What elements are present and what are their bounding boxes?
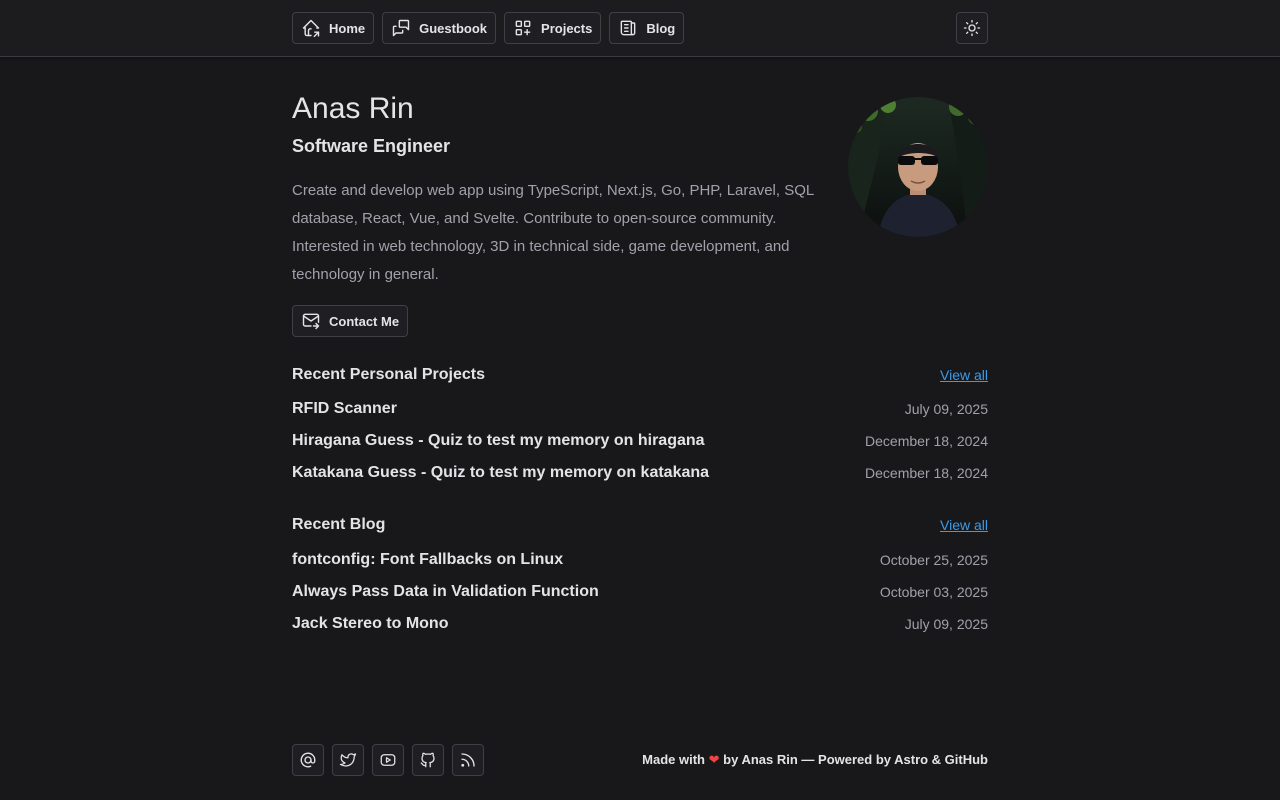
list-item[interactable]: RFID Scanner July 09, 2025 [292, 393, 988, 425]
footer-made-with: Made with [642, 752, 705, 767]
blog-view-all-link[interactable]: View all [940, 517, 988, 533]
messages-icon [392, 19, 410, 37]
nav-home-label: Home [329, 20, 366, 36]
mail-forward-icon [302, 313, 320, 330]
github-link[interactable] [412, 744, 444, 776]
projects-list: RFID Scanner July 09, 2025 Hiragana Gues… [292, 393, 988, 489]
footer-rest: by Anas Rin — Powered by Astro & GitHub [723, 752, 988, 767]
list-item[interactable]: fontconfig: Font Fallbacks on Linux Octo… [292, 544, 988, 576]
twitter-icon [339, 753, 357, 767]
profile-bio: Create and develop web app using TypeScr… [292, 182, 814, 283]
list-item[interactable]: Hiragana Guess - Quiz to test my memory … [292, 425, 988, 457]
blog-post-title[interactable]: Always Pass Data in Validation Function [292, 583, 599, 601]
heart-icon: ❤ [708, 752, 720, 767]
contact-me-label: Contact Me [329, 313, 400, 329]
youtube-link[interactable] [372, 744, 404, 776]
nav-blog-label: Blog [646, 20, 676, 36]
avatar [848, 97, 988, 237]
blog-section-title: Recent Blog [292, 516, 386, 533]
at-icon [300, 752, 316, 768]
blog-post-date: October 25, 2025 [879, 552, 988, 568]
apps-icon [515, 20, 531, 36]
nav-projects-label: Projects [541, 20, 593, 36]
twitter-link[interactable] [332, 744, 364, 776]
rss-icon [461, 753, 475, 767]
project-title[interactable]: Hiragana Guess - Quiz to test my memory … [292, 432, 705, 450]
profile-role: Software Engineer [292, 136, 451, 156]
project-date: July 09, 2025 [904, 401, 988, 417]
blog-post-date: October 03, 2025 [879, 584, 988, 600]
sun-icon [963, 19, 981, 37]
youtube-icon [380, 754, 396, 766]
top-navigation-bar: Home Guestbook Projects Blog [0, 0, 1280, 57]
blog-post-date: July 09, 2025 [904, 616, 988, 632]
home-icon [302, 19, 320, 38]
blog-post-title[interactable]: Jack Stereo to Mono [292, 615, 448, 633]
project-title[interactable]: RFID Scanner [292, 400, 397, 418]
avatar-photo [848, 97, 988, 237]
list-item[interactable]: Katakana Guess - Quiz to test my memory … [292, 457, 988, 489]
project-date: December 18, 2024 [865, 465, 988, 481]
nav-blog-button[interactable]: Blog [609, 12, 685, 44]
nav-guestbook-button[interactable]: Guestbook [382, 12, 497, 44]
blog-list: fontconfig: Font Fallbacks on Linux Octo… [292, 544, 988, 640]
main-nav: Home Guestbook Projects Blog [292, 12, 685, 44]
nav-guestbook-label: Guestbook [419, 20, 488, 36]
github-icon [420, 752, 435, 768]
email-link[interactable] [292, 744, 324, 776]
blog-post-title[interactable]: fontconfig: Font Fallbacks on Linux [292, 551, 563, 569]
projects-view-all-link[interactable]: View all [940, 367, 988, 383]
list-item[interactable]: Always Pass Data in Validation Function … [292, 576, 988, 608]
footer-credits: Made with ❤ by Anas Rin — Powered by Ast… [642, 752, 988, 768]
social-links [292, 744, 484, 776]
rss-link[interactable] [452, 744, 484, 776]
nav-projects-button[interactable]: Projects [504, 12, 602, 44]
news-icon [620, 20, 636, 36]
nav-home-button[interactable]: Home [292, 12, 375, 44]
list-item[interactable]: Jack Stereo to Mono July 09, 2025 [292, 608, 988, 640]
contact-me-button[interactable]: Contact Me [292, 305, 409, 337]
project-date: December 18, 2024 [865, 433, 988, 449]
project-title[interactable]: Katakana Guess - Quiz to test my memory … [292, 464, 709, 482]
projects-section-title: Recent Personal Projects [292, 366, 485, 383]
theme-toggle-button[interactable] [956, 12, 988, 44]
profile-name: Anas Rin [292, 92, 414, 125]
